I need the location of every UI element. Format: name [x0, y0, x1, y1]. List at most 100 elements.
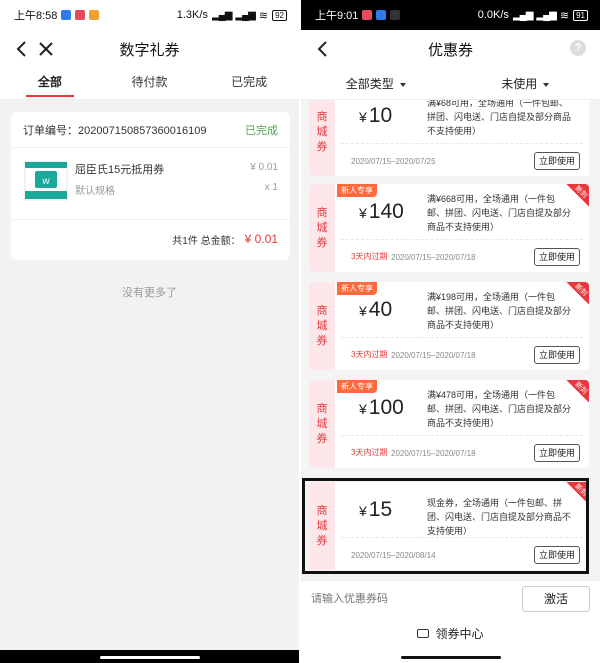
wifi-icon: ≋	[559, 9, 570, 22]
use-now-button[interactable]: 立即使用	[534, 444, 580, 462]
status-bar: 上午8:58 1.3K/s ▂▄▆ ▂▄▆ ≋ 92	[0, 0, 299, 30]
status-time: 上午9:01	[315, 10, 359, 22]
app-notification-icon	[376, 10, 387, 20]
network-speed: 0.0K/s	[477, 9, 509, 21]
use-now-button[interactable]: 立即使用	[534, 248, 580, 266]
signal-icon: ▂▄▆	[536, 9, 556, 21]
svg-text:w: w	[41, 176, 50, 187]
product-row[interactable]: w 屈臣氏15元抵用券 默认规格 ¥ 0.01 x 1	[11, 148, 290, 220]
product-quantity: x 1	[264, 182, 278, 193]
coupon-card[interactable]: 商城券 新人专享 新到 ¥140 满¥668可用，全场通用（一件包邮、拼团、闪电…	[309, 184, 589, 272]
coupon-date: 2020/07/15–2020/07/18	[391, 449, 476, 458]
use-now-button[interactable]: 立即使用	[534, 152, 580, 170]
filter-type-dropdown[interactable]: 全部类型	[301, 68, 451, 99]
filter-type-label: 全部类型	[345, 77, 394, 91]
filter-status-dropdown[interactable]: 未使用	[451, 68, 600, 99]
divider	[341, 435, 583, 436]
product-spec: 默认规格	[75, 186, 115, 197]
total-label: 共1件 总金额：	[172, 235, 241, 247]
new-user-badge: 新人专享	[337, 380, 377, 393]
coupon-code-bar: 激活	[301, 580, 600, 616]
activate-button[interactable]: 激活	[522, 585, 590, 612]
close-icon[interactable]	[36, 39, 56, 59]
expiry-warning: 3天内过期	[351, 350, 388, 359]
coupon-condition: 满¥68可用，全场通用（一件包邮、拼团、闪电送、门店自提及部分商品不支持使用）	[427, 100, 572, 136]
coupon-date: 2020/07/15–2020/07/25	[351, 157, 436, 166]
coupon-amount: ¥40	[359, 298, 393, 321]
divider	[341, 143, 583, 144]
back-icon[interactable]	[313, 39, 333, 59]
coupon-condition: 现金券，全场通用（一件包邮、拼团、闪电送、门店自提及部分商品不支持使用）	[427, 498, 572, 536]
filter-status-label: 未使用	[501, 77, 538, 91]
total-amount: ¥ 0.01	[244, 232, 278, 246]
left-screen: 上午8:58 1.3K/s ▂▄▆ ▂▄▆ ≋ 92 数字礼券 全部 待付款 已…	[0, 0, 299, 663]
coupon-type-label: 商城券	[309, 282, 335, 370]
tab-completed[interactable]: 已完成	[199, 68, 299, 99]
divider	[341, 537, 583, 538]
product-name: 屈臣氏15元抵用券	[75, 164, 165, 176]
use-now-button[interactable]: 立即使用	[534, 346, 580, 364]
order-number: 订单编号：20200715085736001610​9	[23, 124, 207, 137]
app-notification-icon	[89, 10, 100, 20]
coupon-condition: 满¥478可用，全场通用（一件包邮、拼团、闪电送、门店自提及部分商品不支持使用）	[427, 390, 572, 428]
tab-all[interactable]: 全部	[0, 68, 100, 99]
status-time: 上午8:58	[14, 10, 58, 22]
app-notification-icon	[61, 10, 72, 20]
signal-icon: ▂▄▆	[211, 9, 232, 21]
coupon-condition: 满¥198可用，全场通用（一件包邮、拼团、闪电送、门店自提及部分商品不支持使用）	[427, 292, 572, 330]
network-speed: 1.3K/s	[176, 9, 208, 21]
app-notification-icon	[362, 10, 373, 20]
no-more-text: 没有更多了	[122, 287, 177, 299]
chevron-down-icon	[543, 82, 550, 87]
coupon-amount: ¥100	[359, 396, 404, 419]
coupon-type-label: 商城券	[309, 482, 335, 570]
status-bar: 上午9:01 0.0K/s ▂▄▆ ▂▄▆ ≋ 91	[301, 0, 600, 30]
order-card[interactable]: 订单编号：20200715085736001610​9 已完成 w 屈臣氏15元…	[11, 112, 290, 260]
coupon-center-label: 领券中心	[435, 626, 484, 641]
new-user-badge: 新人专享	[337, 282, 377, 295]
coupon-card[interactable]: 商城券 新人专享 新到 ¥40 满¥198可用，全场通用（一件包邮、拼团、闪电送…	[309, 282, 589, 370]
coupon-date: 2020/07/15–2020/07/18	[391, 253, 476, 262]
coupon-type-label: 商城券	[309, 100, 335, 176]
nav-bar: 优惠券 ?	[301, 30, 600, 68]
use-now-button[interactable]: 立即使用	[534, 546, 580, 564]
battery-icon: 92	[272, 9, 287, 21]
coupon-amount: ¥10	[359, 104, 393, 127]
home-indicator[interactable]	[0, 650, 299, 663]
coupon-list[interactable]: 商城券 ¥10 满¥68可用，全场通用（一件包邮、拼团、闪电送、门店自提及部分商…	[301, 100, 600, 578]
coupon-type-label: 商城券	[309, 380, 335, 468]
tiktok-icon	[390, 10, 401, 20]
coupon-type-label: 商城券	[309, 184, 335, 272]
coupon-card-cash[interactable]: 商城券 新到 ¥15 现金券，全场通用（一件包邮、拼团、闪电送、门店自提及部分商…	[309, 482, 589, 570]
signal-icon: ▂▄▆	[235, 9, 255, 21]
coupon-card[interactable]: 商城券 ¥10 满¥68可用，全场通用（一件包邮、拼团、闪电送、门店自提及部分商…	[309, 100, 589, 176]
order-status: 已完成	[245, 124, 278, 137]
divider	[341, 239, 583, 240]
home-indicator[interactable]	[301, 650, 600, 663]
wifi-icon: ≋	[258, 9, 269, 22]
coupon-date: 2020/07/15–2020/08/14	[351, 551, 436, 560]
coupon-condition: 满¥668可用，全场通用（一件包邮、拼团、闪电送、门店自提及部分商品不支持使用）	[427, 194, 572, 232]
coupon-card[interactable]: 商城券 新人专享 新到 ¥100 满¥478可用，全场通用（一件包邮、拼团、闪电…	[309, 380, 589, 468]
order-tabs: 全部 待付款 已完成	[0, 68, 299, 100]
right-screen: 上午9:01 0.0K/s ▂▄▆ ▂▄▆ ≋ 91 优惠券 ? 全部类型 未使…	[301, 0, 600, 663]
tab-pending-payment[interactable]: 待付款	[100, 68, 200, 99]
page-title: 优惠券	[427, 41, 473, 59]
signal-icon: ▂▄▆	[512, 9, 533, 21]
coupon-center-link[interactable]: 领券中心	[301, 616, 600, 650]
help-icon[interactable]: ?	[570, 40, 586, 56]
new-user-badge: 新人专享	[337, 184, 377, 197]
expiry-warning: 3天内过期	[351, 448, 388, 457]
page-title: 数字礼券	[119, 41, 180, 59]
chevron-down-icon	[399, 82, 406, 87]
battery-icon: 91	[573, 9, 588, 21]
coupon-filter-bar: 全部类型 未使用	[301, 68, 600, 100]
app-notification-icon	[75, 10, 86, 20]
back-icon[interactable]	[12, 39, 32, 59]
ticket-icon	[417, 628, 430, 638]
coupon-date: 2020/07/15–2020/07/18	[391, 351, 476, 360]
order-total: 共1件 总金额： ¥ 0.01	[11, 220, 290, 258]
coupon-amount: ¥140	[359, 200, 404, 223]
coupon-code-input[interactable]	[311, 592, 522, 605]
product-price: ¥ 0.01	[250, 162, 278, 173]
